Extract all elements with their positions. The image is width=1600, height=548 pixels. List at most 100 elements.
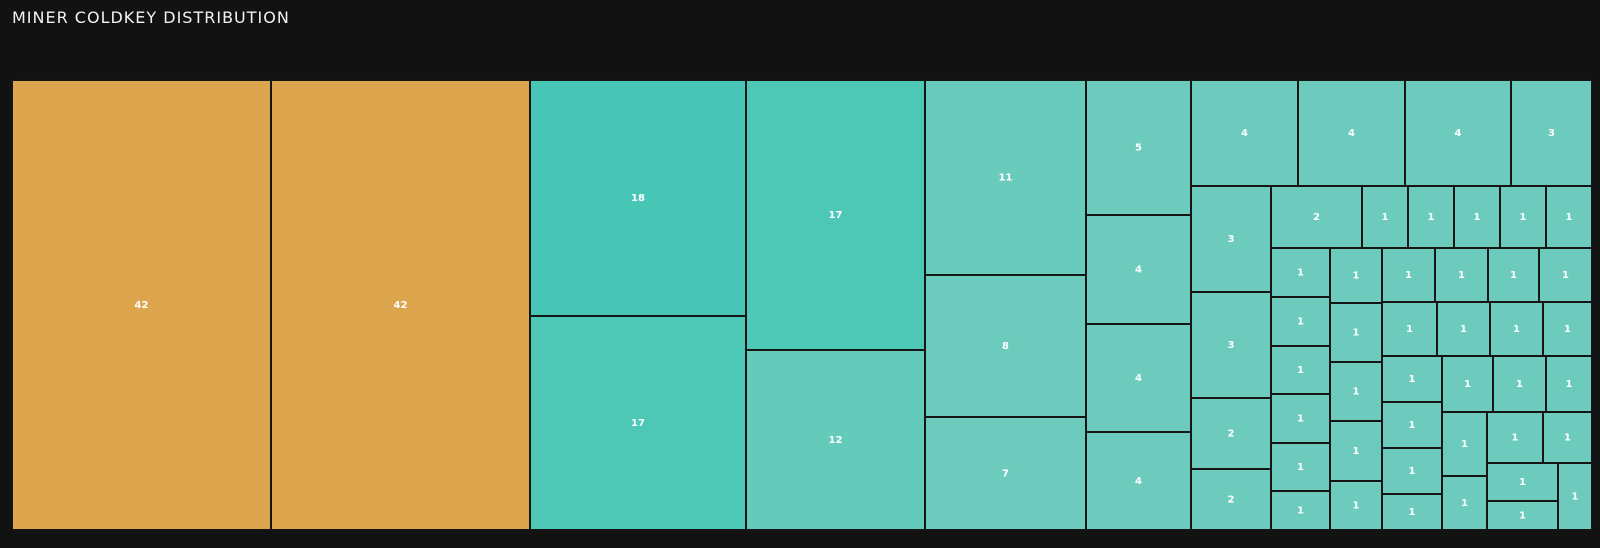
treemap-tile[interactable]: 1: [1542, 411, 1593, 464]
treemap-tile[interactable]: 4: [1085, 214, 1192, 325]
treemap-tile[interactable]: 1: [1487, 247, 1540, 303]
treemap-tile-label: 2: [1313, 212, 1320, 223]
treemap-tile-label: 42: [394, 300, 408, 311]
treemap-tile-label: 4: [1135, 476, 1142, 487]
treemap-tile[interactable]: 1: [1270, 296, 1331, 347]
treemap-tile[interactable]: 1: [1486, 462, 1559, 502]
treemap-tile-label: 17: [631, 418, 645, 429]
treemap-tile[interactable]: 1: [1545, 355, 1593, 413]
treemap-tile-label: 2: [1228, 495, 1235, 506]
treemap-tile-label: 7: [1002, 469, 1009, 480]
treemap-tile-label: 12: [829, 435, 843, 446]
treemap-tile[interactable]: 2: [1190, 468, 1272, 531]
treemap-tile[interactable]: 1: [1329, 247, 1383, 304]
treemap-tile[interactable]: 1: [1441, 411, 1488, 477]
treemap-tile[interactable]: 1: [1545, 185, 1593, 249]
treemap-tile[interactable]: 1: [1557, 462, 1593, 531]
treemap-tile[interactable]: 1: [1542, 301, 1593, 357]
treemap-tile[interactable]: 1: [1486, 411, 1544, 464]
treemap-tile[interactable]: 2: [1190, 397, 1272, 470]
treemap-tile[interactable]: 4: [1085, 431, 1192, 531]
treemap-tile-label: 1: [1409, 420, 1416, 431]
treemap-tile-label: 3: [1548, 128, 1555, 139]
treemap-tile-label: 1: [1409, 507, 1416, 518]
treemap-tile-label: 5: [1135, 143, 1142, 154]
treemap-tile-label: 4: [1455, 128, 1462, 139]
treemap-tile-label: 1: [1519, 511, 1526, 522]
treemap-tile[interactable]: 4: [1085, 323, 1192, 433]
treemap-tile-label: 2: [1228, 429, 1235, 440]
treemap-tile-label: 3: [1228, 234, 1235, 245]
treemap-tile-label: 1: [1297, 414, 1304, 425]
treemap-tile[interactable]: 12: [745, 349, 926, 531]
treemap-tile-label: 4: [1348, 128, 1355, 139]
treemap-tile-label: 1: [1428, 212, 1435, 223]
treemap-tile[interactable]: 1: [1381, 401, 1443, 449]
treemap-tile[interactable]: 42: [11, 79, 272, 531]
treemap-tile[interactable]: 1: [1499, 185, 1547, 249]
treemap-tile-label: 1: [1406, 324, 1413, 335]
treemap-tile[interactable]: 1: [1453, 185, 1501, 249]
treemap-tile[interactable]: 1: [1436, 301, 1491, 357]
treemap-tile-label: 42: [135, 300, 149, 311]
treemap-tile[interactable]: 1: [1381, 247, 1436, 303]
treemap-tile-label: 1: [1353, 387, 1360, 398]
treemap-tile[interactable]: 1: [1270, 442, 1331, 492]
treemap-tile[interactable]: 1: [1270, 490, 1331, 531]
treemap-tile[interactable]: 11: [924, 79, 1087, 276]
treemap-tile[interactable]: 4: [1404, 79, 1512, 187]
treemap-tile[interactable]: 1: [1329, 361, 1383, 422]
treemap-tile[interactable]: 1: [1434, 247, 1489, 303]
treemap-tile-label: 1: [1353, 271, 1360, 282]
treemap-tile[interactable]: 5: [1085, 79, 1192, 216]
treemap-tile[interactable]: 7: [924, 416, 1087, 531]
treemap-tile-label: 1: [1458, 270, 1465, 281]
treemap-tile[interactable]: 1: [1441, 475, 1488, 531]
treemap-tile[interactable]: 1: [1486, 500, 1559, 531]
treemap-tile-label: 1: [1297, 462, 1304, 473]
treemap-tile[interactable]: 3: [1510, 79, 1593, 187]
treemap-tile[interactable]: 1: [1381, 355, 1443, 403]
treemap-tile[interactable]: 1: [1381, 493, 1443, 531]
treemap-tile[interactable]: 1: [1489, 301, 1544, 357]
treemap-tile[interactable]: 4: [1190, 79, 1299, 187]
treemap-tile[interactable]: 1: [1361, 185, 1409, 249]
treemap-tile[interactable]: 1: [1492, 355, 1547, 413]
treemap-tile-label: 4: [1135, 373, 1142, 384]
treemap-tile-label: 17: [829, 210, 843, 221]
treemap-tile[interactable]: 1: [1270, 345, 1331, 395]
treemap-tile[interactable]: 1: [1381, 447, 1443, 495]
treemap-tile[interactable]: 17: [529, 315, 747, 531]
treemap-tile-label: 1: [1297, 506, 1304, 517]
treemap-tile-label: 1: [1564, 433, 1571, 444]
treemap-tile[interactable]: 1: [1407, 185, 1455, 249]
treemap-tile-label: 1: [1353, 328, 1360, 339]
treemap-tile[interactable]: 1: [1441, 355, 1494, 413]
treemap-tile[interactable]: 4: [1297, 79, 1406, 187]
treemap-tile-label: 1: [1409, 466, 1416, 477]
treemap-tile[interactable]: 1: [1381, 301, 1438, 357]
treemap-tile-label: 1: [1382, 212, 1389, 223]
treemap-tile-label: 11: [999, 173, 1013, 184]
treemap-tile[interactable]: 1: [1329, 480, 1383, 531]
treemap-tile-label: 1: [1513, 324, 1520, 335]
treemap-tile[interactable]: 1: [1270, 393, 1331, 444]
treemap-tile-label: 4: [1135, 265, 1142, 276]
treemap-tile[interactable]: 1: [1270, 247, 1331, 298]
treemap-tile-label: 4: [1241, 128, 1248, 139]
treemap-tile[interactable]: 3: [1190, 291, 1272, 399]
treemap-tile-label: 1: [1510, 270, 1517, 281]
treemap-tile[interactable]: 8: [924, 274, 1087, 418]
treemap-tile[interactable]: 3: [1190, 185, 1272, 293]
treemap-tile[interactable]: 1: [1329, 302, 1383, 363]
treemap-tile[interactable]: 2: [1270, 185, 1363, 249]
treemap-tile[interactable]: 1: [1329, 420, 1383, 482]
treemap-tile-label: 1: [1409, 374, 1416, 385]
treemap-tile[interactable]: 42: [270, 79, 531, 531]
treemap-tile-label: 1: [1353, 446, 1360, 457]
treemap-tile-label: 1: [1297, 365, 1304, 376]
treemap-tile[interactable]: 17: [745, 79, 926, 351]
treemap-tile-label: 1: [1572, 492, 1579, 503]
treemap-tile[interactable]: 18: [529, 79, 747, 317]
treemap-tile[interactable]: 1: [1538, 247, 1593, 303]
